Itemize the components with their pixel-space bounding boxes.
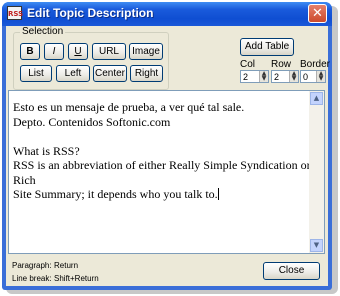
rss-app-icon: RSS [7,6,23,20]
linebreak-hint-key: Shift+Return [54,274,99,283]
scroll-down-icon[interactable]: ▼ [310,239,323,252]
list-button[interactable]: List [20,65,52,82]
editor-line: Depto. Contenidos Softonic.com [13,114,171,129]
border-spin-arrows-icon[interactable]: ▲ ▼ [316,71,325,82]
col-spinner[interactable]: 2 ▲ ▼ [240,70,269,83]
editor-line-last: Site Summary; it depends who you talk to… [13,187,311,202]
linebreak-hint-label: Line break: [12,274,52,283]
text-caret [217,188,219,200]
vertical-scrollbar[interactable]: ▲ ▼ [309,91,324,253]
bold-button[interactable]: B [20,43,40,60]
editor-line: What is RSS? [13,143,80,158]
col-spin-arrows-icon[interactable]: ▲ ▼ [259,71,268,82]
align-center-button[interactable]: Center [93,65,127,82]
editor-line: Esto es un mensaje de prueba, a ver qué … [13,100,245,114]
window-title: Edit Topic Description [27,6,154,20]
italic-button[interactable]: I [44,43,64,60]
url-button[interactable]: URL [92,43,126,60]
close-window-icon[interactable]: ✕ [308,4,327,23]
border-spinner[interactable]: 0 ▲ ▼ [300,70,326,83]
row-label: Row [271,59,292,70]
align-right-button[interactable]: Right [130,65,163,82]
title-bar[interactable]: RSS Edit Topic Description ✕ [2,2,332,26]
description-editor[interactable]: Esto es un mensaje de prueba, a ver qué … [8,90,325,254]
border-value: 0 [303,72,309,82]
dialog-body: Selection B I U URL Image List Left Cent… [6,26,331,286]
add-table-button[interactable]: Add Table [240,38,294,56]
editor-line: Site Summary; it depends who you talk to… [13,187,218,201]
close-button[interactable]: Close [263,262,320,280]
col-value: 2 [243,72,249,82]
align-left-button[interactable]: Left [56,65,90,82]
paragraph-hint-label: Paragraph: [12,261,52,270]
underline-button[interactable]: U [68,43,88,60]
dialog-window: RSS Edit Topic Description ✕ Selection B… [2,2,332,290]
paragraph-hint-key: Return [54,261,79,270]
editor-line: RSS is an abbreviation of either Really … [13,158,311,187]
row-spin-arrows-icon[interactable]: ▲ ▼ [289,71,298,82]
row-value: 2 [274,72,280,82]
border-label: Border [300,59,331,70]
col-label: Col [240,59,256,70]
row-spinner[interactable]: 2 ▲ ▼ [271,70,299,83]
image-button[interactable]: Image [129,43,163,60]
editor-text[interactable]: Esto es un mensaje de prueba, a ver qué … [13,100,311,202]
scroll-up-icon[interactable]: ▲ [310,92,323,105]
selection-group-label: Selection [20,26,66,37]
